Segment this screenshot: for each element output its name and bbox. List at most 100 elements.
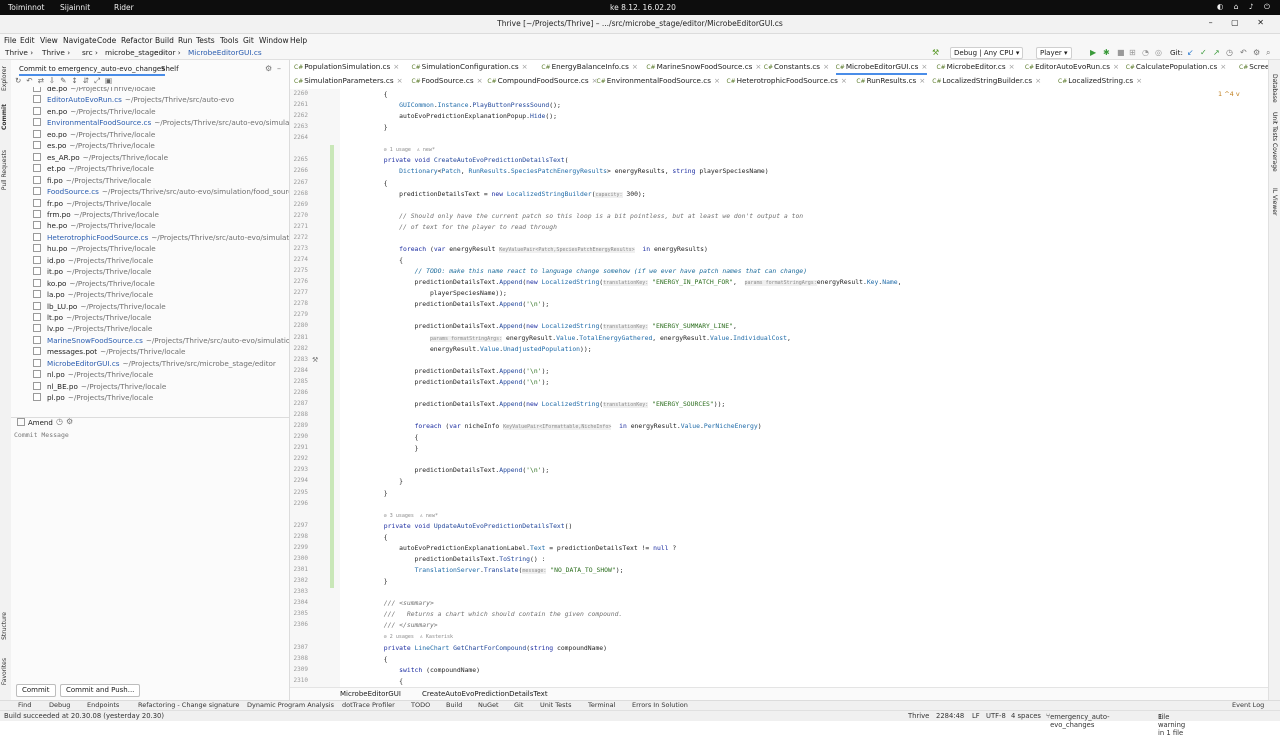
- code-line[interactable]: private LineChart GetChartForCompound(st…: [353, 644, 607, 652]
- code-line[interactable]: ⊘ 1 usage ♙ new*: [353, 145, 435, 153]
- activities-button[interactable]: Toiminnot: [8, 3, 44, 12]
- editor-tab[interactable]: C#MicrobeEditor.cs ×: [936, 61, 1014, 73]
- file-checkbox[interactable]: [33, 358, 41, 367]
- list-item[interactable]: fi.po ~/Projects/Thrive/locale: [33, 175, 151, 187]
- dottrace-tool[interactable]: dotTrace Profiler: [342, 701, 395, 709]
- file-checkbox[interactable]: [33, 118, 41, 127]
- commit-message-input[interactable]: Commit Message: [14, 431, 69, 439]
- list-item[interactable]: hu.po ~/Projects/Thrive/locale: [33, 244, 156, 255]
- list-item[interactable]: eo.po ~/Projects/Thrive/locale: [33, 129, 155, 141]
- code-line[interactable]: predictionDetailsText.Append('\n');: [353, 378, 550, 386]
- close-tab-icon[interactable]: ×: [921, 62, 927, 71]
- unit-tests-tool[interactable]: Unit Tests: [540, 701, 571, 709]
- menu-view[interactable]: View: [40, 36, 58, 45]
- commit-and-push-button[interactable]: Commit and Push...: [60, 684, 141, 697]
- code-line[interactable]: ⊘ 3 usages ♙ new*: [353, 511, 438, 519]
- app-menu[interactable]: Rider: [114, 3, 134, 12]
- menu-run[interactable]: Run: [178, 36, 192, 45]
- indent-setting[interactable]: 4 spaces: [1011, 712, 1041, 720]
- code-line[interactable]: GUICommon.Instance.PlayButtonPressSound(…: [353, 101, 561, 109]
- code-line[interactable]: /// <summary>: [353, 599, 434, 607]
- code-line[interactable]: predictionDetailsText.Append(new Localiz…: [353, 278, 901, 287]
- search-icon[interactable]: ⌕: [1266, 48, 1270, 58]
- close-tab-icon[interactable]: ×: [714, 76, 720, 85]
- amend-checkbox[interactable]: Amend: [17, 418, 53, 427]
- menu-build[interactable]: Build: [155, 36, 174, 45]
- code-line[interactable]: ⊘ 2 usages ♙ Kasterisk: [353, 632, 453, 640]
- code-line[interactable]: }: [353, 123, 388, 131]
- clock-icon[interactable]: ◷: [56, 417, 63, 426]
- code-line[interactable]: predictionDetailsText.Append('\n');: [353, 466, 550, 474]
- list-item[interactable]: de.po ~/Projects/Thrive/locale: [33, 87, 156, 95]
- attach-icon[interactable]: ⊞: [1129, 48, 1136, 57]
- run-target-select[interactable]: Player ▾: [1036, 47, 1072, 59]
- menu-refactor[interactable]: Refactor: [121, 36, 152, 45]
- hammer-icon[interactable]: ⚒: [932, 48, 939, 57]
- list-item[interactable]: HeterotrophicFoodSource.cs ~/Projects/Thr…: [33, 232, 289, 244]
- clock[interactable]: ke 8.12. 16.02.20: [610, 3, 676, 12]
- code-line[interactable]: }: [353, 444, 419, 452]
- code-line[interactable]: /// Returns a chart which should contain…: [353, 610, 623, 618]
- list-item[interactable]: pl.po ~/Projects/Thrive/locale: [33, 393, 153, 404]
- menu-tests[interactable]: Tests: [196, 36, 215, 45]
- file-checkbox[interactable]: [33, 129, 41, 138]
- code-line[interactable]: {: [353, 433, 419, 441]
- file-checkbox[interactable]: [33, 267, 41, 276]
- git-tool[interactable]: Git: [514, 701, 523, 709]
- menu-help[interactable]: Help: [290, 36, 307, 45]
- code-line[interactable]: // TODO: make this name react to languag…: [353, 267, 807, 275]
- list-item[interactable]: id.po ~/Projects/Thrive/locale: [33, 255, 153, 267]
- code-area[interactable]: { GUICommon.Instance.PlayButtonPressSoun…: [290, 89, 1268, 689]
- code-line[interactable]: Dictionary<Patch, RunResults.SpeciesPatc…: [353, 167, 768, 175]
- editor-tab[interactable]: C#SimulationParameters.cs ×: [294, 75, 403, 87]
- menu-git[interactable]: Git: [243, 36, 254, 45]
- build-tool[interactable]: Build: [446, 701, 462, 709]
- code-line[interactable]: {: [353, 256, 403, 264]
- list-item[interactable]: messages.pot ~/Projects/Thrive/locale: [33, 347, 185, 358]
- list-item[interactable]: lb_LU.po ~/Projects/Thrive/locale: [33, 301, 166, 313]
- commit-branch-tab[interactable]: Commit to emergency_auto-evo_changes: [19, 65, 165, 76]
- places-menu[interactable]: Sijainnit: [60, 3, 90, 12]
- code-line[interactable]: params formatStringArgs: energyResult.Va…: [353, 334, 791, 342]
- list-item[interactable]: MarineSnowFoodSource.cs ~/Projects/Thrive…: [33, 335, 289, 347]
- list-item[interactable]: fr.po ~/Projects/Thrive/locale: [33, 198, 151, 210]
- file-checkbox[interactable]: [33, 209, 41, 218]
- commit-message-area[interactable]: Commit Message: [11, 428, 289, 684]
- close-tab-icon[interactable]: ×: [393, 62, 399, 71]
- coverage-icon[interactable]: ◎: [1155, 48, 1162, 57]
- menu-tools[interactable]: Tools: [220, 36, 238, 45]
- editor-tab[interactable]: C#FoodSource.cs ×: [411, 75, 482, 87]
- list-item[interactable]: ko.po ~/Projects/Thrive/locale: [33, 278, 155, 290]
- favorites-tab[interactable]: Favorites: [1, 658, 8, 685]
- git-rollback-icon[interactable]: ↶: [1240, 48, 1247, 57]
- file-checkbox[interactable]: [33, 313, 41, 321]
- list-item[interactable]: nl_BE.po ~/Projects/Thrive/locale: [33, 381, 166, 393]
- code-line[interactable]: private void CreateAutoEvoPredictionDeta…: [353, 156, 569, 164]
- git-push-icon[interactable]: ↗: [1213, 48, 1220, 57]
- commit-toolbar-icons[interactable]: ↻↶⇄⇩✎↕⇵⤢▣: [15, 76, 165, 86]
- editor-tab[interactable]: C#Constants.cs ×: [764, 61, 829, 73]
- list-item[interactable]: nl.po ~/Projects/Thrive/locale: [33, 370, 153, 381]
- close-tab-icon[interactable]: ×: [522, 62, 528, 71]
- breadcrumb-editor[interactable]: editor ›: [154, 48, 181, 57]
- run-icon[interactable]: ▶: [1090, 48, 1096, 57]
- code-line[interactable]: autoEvoPredictionExplanationLabel.Text =…: [353, 544, 676, 552]
- code-line[interactable]: }: [353, 577, 388, 585]
- code-line[interactable]: {: [353, 179, 388, 187]
- editor-tab[interactable]: C#EnergyBalanceInfo.cs ×: [541, 61, 638, 73]
- nuget-tool[interactable]: NuGet: [478, 701, 499, 709]
- editor-tab[interactable]: C#MicrobeEditorGUI.cs ×: [835, 61, 928, 75]
- close-tab-icon[interactable]: ×: [823, 62, 829, 71]
- close-tab-icon[interactable]: ×: [1009, 62, 1015, 71]
- code-line[interactable]: // Should only have the current patch so…: [353, 212, 803, 220]
- editor-tab[interactable]: C#PopulationSimulation.cs ×: [294, 61, 399, 73]
- minimize-icon[interactable]: –: [277, 64, 281, 73]
- file-checkbox[interactable]: [33, 255, 41, 264]
- caret-position[interactable]: 2284:48: [936, 712, 964, 720]
- list-item[interactable]: EditorAutoEvoRun.cs ~/Projects/Thrive/src…: [33, 95, 234, 106]
- event-log-tool[interactable]: Event Log: [1232, 701, 1264, 709]
- close-tab-icon[interactable]: ×: [1220, 62, 1226, 71]
- todo-tool[interactable]: TODO: [411, 701, 430, 709]
- gear-icon[interactable]: ⚙: [265, 64, 272, 73]
- code-line[interactable]: foreach (var energyResult KeyValuePair<P…: [353, 245, 708, 253]
